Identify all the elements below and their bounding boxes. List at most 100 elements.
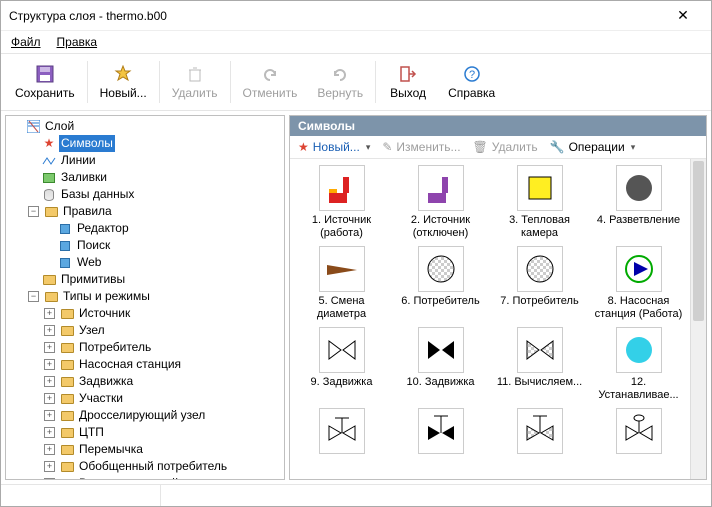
expand-icon[interactable]: + xyxy=(44,444,55,455)
symbol-item[interactable]: 5. Смена диаметра xyxy=(294,246,389,321)
menu-file[interactable]: Файл xyxy=(7,33,45,51)
symbol-item[interactable] xyxy=(393,408,488,454)
symbol-item[interactable]: 11. Вычисляем... xyxy=(492,327,587,402)
panel-delete-button: 🗑Удалить xyxy=(473,140,538,154)
tree-type-item[interactable]: + Узел xyxy=(42,322,282,339)
tree-root[interactable]: Слой xyxy=(10,118,282,135)
save-button[interactable]: Сохранить xyxy=(5,56,85,108)
menubar: Файл Правка xyxy=(1,31,711,53)
tree-primitives[interactable]: Примитивы xyxy=(26,271,282,288)
folder-icon xyxy=(60,426,74,440)
pencil-icon: ✎ xyxy=(382,140,392,154)
panel-title: Символы xyxy=(290,116,706,136)
cube-icon xyxy=(58,222,72,236)
tree-rules[interactable]: −Правила xyxy=(26,203,282,220)
tree-type-item[interactable]: + Перемычка xyxy=(42,441,282,458)
panel-new-button[interactable]: ★Новый... xyxy=(298,140,370,154)
symbol-label: 1. Источник (работа) xyxy=(297,214,387,240)
symbol-label: 8. Насосная станция (Работа) xyxy=(594,295,684,321)
tree-item-label: Обобщенный потребитель xyxy=(77,458,229,475)
cube-icon xyxy=(58,256,72,270)
symbol-label: 12. Устанавливае... xyxy=(594,376,684,402)
tree-item-label: Узел xyxy=(77,322,107,339)
tree-symbols[interactable]: ★Символы xyxy=(26,135,282,152)
tree-type-item[interactable]: +Дросселирующий узел xyxy=(42,407,282,424)
symbol-item[interactable]: 3. Тепловая камера xyxy=(492,165,587,240)
exit-button[interactable]: Выход xyxy=(378,56,438,108)
folder-icon xyxy=(60,460,74,474)
folder-icon xyxy=(44,205,58,219)
trash-icon: 🗑 xyxy=(473,140,488,154)
tree-fills[interactable]: Заливки xyxy=(26,169,282,186)
help-button[interactable]: ? Справка xyxy=(438,56,505,108)
tree-databases[interactable]: Базы данных xyxy=(26,186,282,203)
symbol-item[interactable]: 10. Задвижка xyxy=(393,327,488,402)
expand-icon[interactable]: + xyxy=(44,308,55,319)
symbol-item[interactable]: 2. Источник (отключен) xyxy=(393,165,488,240)
symbol-label: 4. Разветвление xyxy=(597,214,680,227)
folder-icon xyxy=(60,375,74,389)
tree-type-item[interactable]: +Задвижка xyxy=(42,373,282,390)
symbol-label: 10. Задвижка xyxy=(406,376,474,389)
scrollbar-thumb[interactable] xyxy=(693,161,704,321)
expand-icon[interactable]: + xyxy=(44,478,55,480)
folder-icon xyxy=(42,273,56,287)
wrench-icon: 🔧 xyxy=(550,140,565,154)
expand-icon[interactable]: + xyxy=(44,359,55,370)
new-button[interactable]: Новый... xyxy=(90,56,157,108)
window-title: Структура слоя - thermo.b00 xyxy=(9,9,663,23)
tree-types[interactable]: −Типы и режимы xyxy=(26,288,282,305)
help-icon: ? xyxy=(462,64,482,84)
expand-icon[interactable]: + xyxy=(44,342,55,353)
tree-type-item[interactable]: +Участки xyxy=(42,390,282,407)
line-icon xyxy=(42,154,56,168)
expand-icon[interactable]: + xyxy=(44,461,55,472)
symbol-item[interactable]: 1. Источник (работа) xyxy=(294,165,389,240)
tree-item-label: Перемычка xyxy=(77,441,145,458)
tree-type-item[interactable]: + Обобщенный потребитель xyxy=(42,458,282,475)
redo-icon xyxy=(330,64,350,84)
symbol-item[interactable]: 8. Насосная станция (Работа) xyxy=(591,246,686,321)
symbol-item[interactable]: 9. Задвижка xyxy=(294,327,389,402)
symbol-item[interactable] xyxy=(591,408,686,454)
tree-type-item[interactable]: +ЦТП xyxy=(42,424,282,441)
symbol-item[interactable]: 7. Потребитель xyxy=(492,246,587,321)
tree-type-item[interactable]: +Вспомогательный участок xyxy=(42,475,282,480)
symbol-item[interactable]: 6. Потребитель xyxy=(393,246,488,321)
tree-rules-web[interactable]: Web xyxy=(42,254,282,271)
svg-text:?: ? xyxy=(469,69,475,81)
symbol-item[interactable]: 4. Разветвление xyxy=(591,165,686,240)
symbol-item[interactable]: 12. Устанавливае... xyxy=(591,327,686,402)
tree-rules-editor[interactable]: Редактор xyxy=(42,220,282,237)
folder-icon xyxy=(60,358,74,372)
cube-icon xyxy=(58,239,72,253)
menu-edit[interactable]: Правка xyxy=(53,33,102,51)
symbol-item[interactable] xyxy=(492,408,587,454)
expand-icon[interactable]: + xyxy=(44,393,55,404)
symbols-grid[interactable]: 1. Источник (работа)2. Источник (отключе… xyxy=(290,159,690,479)
expand-icon[interactable]: + xyxy=(44,325,55,336)
symbol-thumbnail xyxy=(517,327,563,373)
detail-panel: Символы ★Новый... ✎Изменить... 🗑Удалить … xyxy=(289,115,707,480)
expand-icon[interactable]: + xyxy=(44,427,55,438)
redo-button: Вернуть xyxy=(307,56,373,108)
tree-lines[interactable]: Линии xyxy=(26,152,282,169)
expand-icon[interactable]: + xyxy=(44,410,55,421)
symbol-item[interactable] xyxy=(294,408,389,454)
star-icon: ★ xyxy=(298,140,309,154)
trash-icon xyxy=(185,64,205,84)
tree-type-item[interactable]: +Источник xyxy=(42,305,282,322)
app-window: Структура слоя - thermo.b00 ✕ Файл Правк… xyxy=(0,0,712,507)
folder-icon xyxy=(60,409,74,423)
collapse-icon[interactable]: − xyxy=(28,291,39,302)
panel-ops-button[interactable]: 🔧Операции xyxy=(550,140,636,154)
collapse-icon[interactable]: − xyxy=(28,206,39,217)
close-button[interactable]: ✕ xyxy=(663,7,703,24)
scrollbar[interactable] xyxy=(690,159,706,479)
tree-panel[interactable]: Слой ★Символы Линии Заливки Базы данных … xyxy=(5,115,285,480)
expand-icon[interactable]: + xyxy=(44,376,55,387)
tree-item-label: Потребитель xyxy=(77,339,153,356)
tree-rules-search[interactable]: Поиск xyxy=(42,237,282,254)
tree-type-item[interactable]: + Потребитель xyxy=(42,339,282,356)
tree-type-item[interactable]: +Насосная станция xyxy=(42,356,282,373)
